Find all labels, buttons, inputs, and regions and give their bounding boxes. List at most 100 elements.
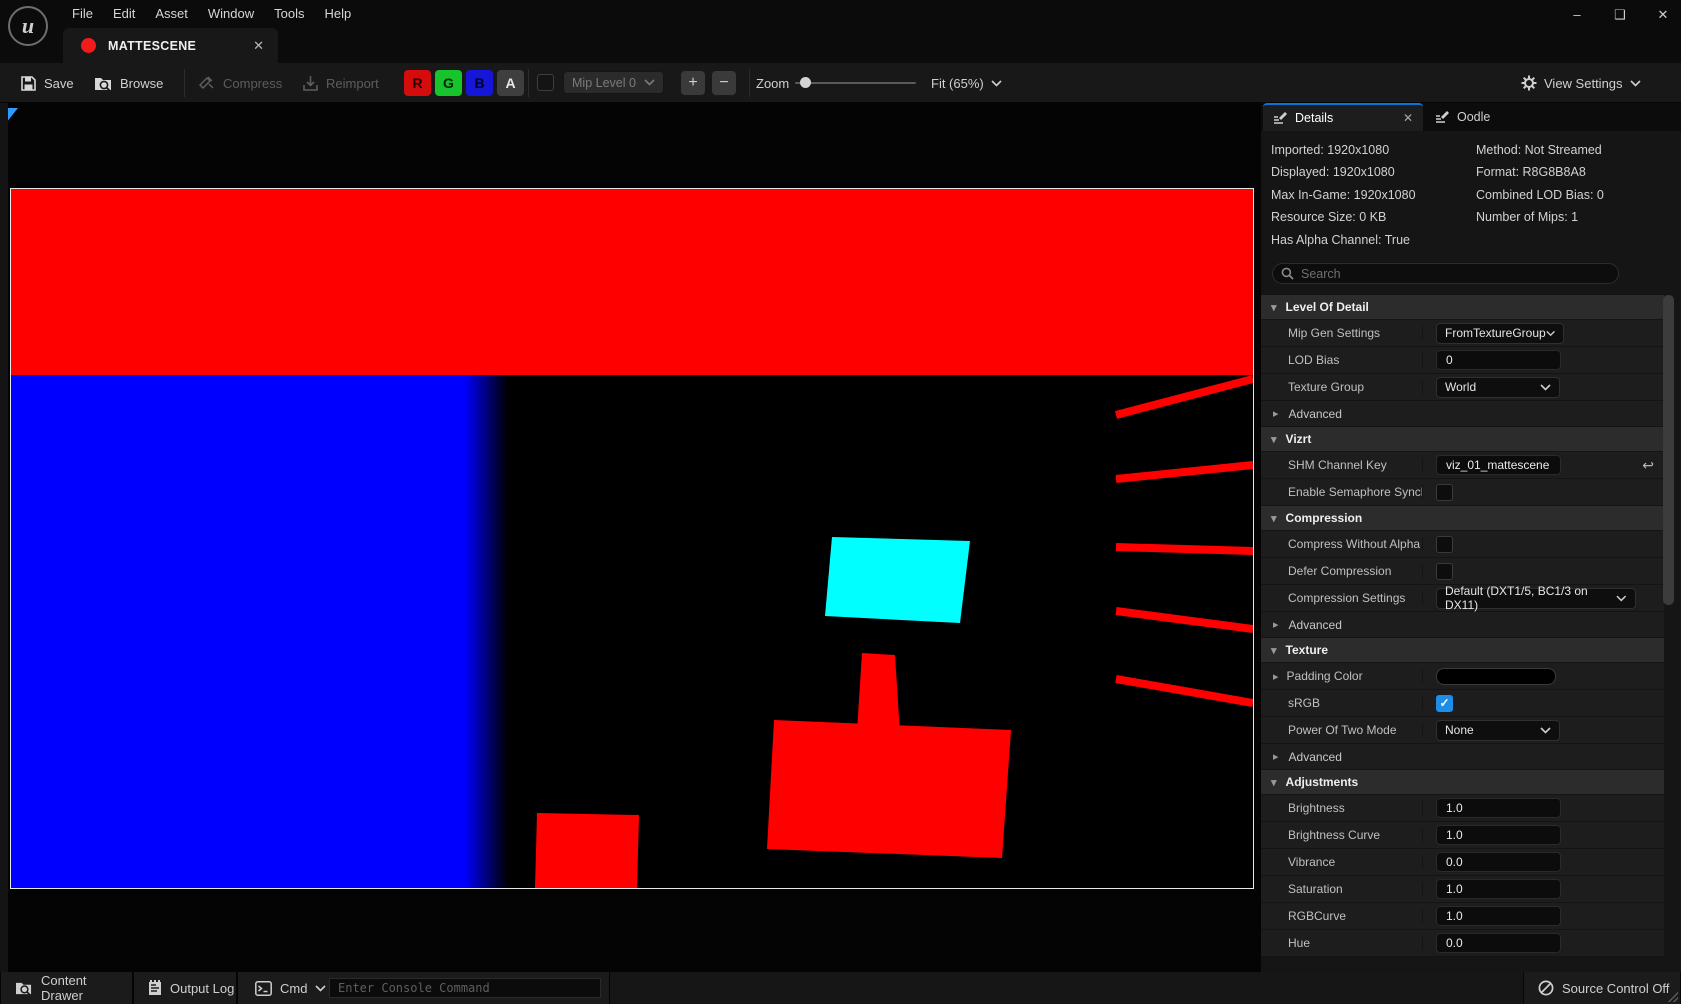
menu-item-asset[interactable]: Asset (145, 1, 198, 26)
section-compression[interactable]: ▾Compression (1261, 506, 1664, 531)
advanced-label: Advanced (1289, 618, 1342, 632)
expand-arrow-icon[interactable]: ▸ (1273, 670, 1279, 683)
property-label: RGBCurve (1261, 909, 1423, 923)
expand-arrow-icon[interactable]: ▸ (1273, 750, 1279, 763)
chevron-down-icon[interactable] (315, 985, 326, 992)
property-label-text: Brightness Curve (1288, 828, 1380, 842)
mip-level-checkbox[interactable] (537, 74, 554, 91)
expand-arrow-icon[interactable]: ▸ (1273, 618, 1279, 631)
channel-r-button[interactable]: R (404, 70, 431, 96)
menu-item-tools[interactable]: Tools (264, 1, 314, 26)
tab-oodle[interactable]: Oodle (1425, 103, 1520, 131)
minimize-button[interactable]: – (1562, 8, 1592, 24)
resize-grip[interactable] (1668, 992, 1678, 1002)
panel-scrollbar[interactable] (1663, 295, 1674, 605)
output-log-label: Output Log (170, 981, 234, 996)
texture-image (11, 189, 1253, 888)
value-checkbox[interactable] (1436, 536, 1453, 553)
reimport-button[interactable]: Reimport (302, 63, 379, 103)
search-placeholder: Search (1301, 267, 1341, 281)
close-button[interactable]: ✕ (1648, 8, 1678, 24)
property-label: Mip Gen Settings (1261, 326, 1423, 340)
gear-icon (1521, 75, 1537, 91)
zoom-slider-knob[interactable] (800, 77, 811, 88)
fit-dropdown[interactable]: Fit (65%) (931, 63, 1002, 103)
property-label: Power Of Two Mode (1261, 723, 1423, 737)
section-vizrt[interactable]: ▾Vizrt (1261, 427, 1664, 452)
color-swatch[interactable] (1436, 668, 1556, 685)
console-command-input[interactable]: Enter Console Command (329, 978, 601, 998)
mip-minus-button[interactable]: − (712, 71, 736, 95)
property-label: Compression Settings (1261, 591, 1423, 605)
value-checkbox[interactable]: ✓ (1436, 695, 1453, 712)
advanced-expander-row[interactable]: ▸Advanced (1261, 401, 1664, 427)
tab-details[interactable]: Details ✕ (1263, 103, 1423, 131)
section-collapse-icon[interactable]: ▾ (1271, 433, 1277, 446)
section-collapse-icon[interactable]: ▾ (1271, 301, 1277, 314)
section-collapse-icon[interactable]: ▾ (1271, 512, 1277, 525)
chevron-down-icon (644, 79, 655, 86)
value-checkbox[interactable] (1436, 563, 1453, 580)
value-input[interactable]: 1.0 (1436, 798, 1561, 818)
zoom-slider-track[interactable] (795, 82, 916, 84)
info-r2: Combined LOD Bias: 0 (1476, 188, 1604, 202)
advanced-expander-row[interactable]: ▸Advanced (1261, 744, 1664, 770)
source-control-button[interactable]: Source Control Off (1523, 972, 1681, 1004)
value-dropdown[interactable]: Default (DXT1/5, BC1/3 on DX11) (1436, 588, 1636, 609)
red-top-band (11, 189, 1253, 375)
cmd-terminal-icon (255, 981, 272, 996)
property-value: 1.0 (1423, 825, 1664, 845)
channel-b-button[interactable]: B (466, 70, 493, 96)
texture-viewport[interactable] (8, 103, 1261, 972)
channel-g-button[interactable]: G (435, 70, 462, 96)
menu-item-help[interactable]: Help (314, 1, 361, 26)
section-collapse-icon[interactable]: ▾ (1271, 776, 1277, 789)
value-input[interactable]: 1.0 (1436, 825, 1561, 845)
property-label: Hue (1261, 936, 1423, 950)
search-input[interactable]: Search (1272, 263, 1619, 284)
value-input[interactable]: 1.0 (1436, 906, 1561, 926)
value-dropdown[interactable]: World (1436, 377, 1560, 398)
property-row-hue: Hue 0.0 (1261, 930, 1664, 957)
channel-a-button[interactable]: A (497, 70, 524, 96)
value-input[interactable]: 1.0 (1436, 879, 1561, 899)
red-ray-5 (1116, 679, 1253, 703)
browse-button[interactable]: Browse (94, 63, 163, 103)
section-adjustments[interactable]: ▾ Adjustments (1261, 770, 1664, 795)
property-value: World (1423, 377, 1664, 398)
asset-tab-close-icon[interactable]: ✕ (249, 38, 268, 54)
cmd-label[interactable]: Cmd (280, 981, 307, 996)
property-label-text: Saturation (1288, 882, 1343, 896)
property-label: Vibrance (1261, 855, 1423, 869)
menu-item-window[interactable]: Window (198, 1, 264, 26)
section-label: Adjustments (1286, 775, 1359, 789)
section-level-of-detail[interactable]: ▾Level Of Detail (1261, 295, 1664, 320)
value-input[interactable]: 0.0 (1436, 852, 1561, 872)
content-drawer-button[interactable]: Content Drawer (0, 972, 133, 1004)
section-collapse-icon[interactable]: ▾ (1271, 644, 1277, 657)
value-input[interactable]: 0.0 (1436, 933, 1561, 953)
value-input[interactable]: 0 (1436, 350, 1561, 370)
revert-to-default-icon[interactable]: ↩ (1642, 457, 1654, 474)
tab-details-close-icon[interactable]: ✕ (1403, 111, 1413, 125)
save-button[interactable]: Save (20, 63, 74, 103)
section-texture[interactable]: ▾Texture (1261, 638, 1664, 663)
property-label: LOD Bias (1261, 353, 1423, 367)
advanced-expander-row[interactable]: ▸ Advanced (1261, 612, 1664, 638)
value-dropdown[interactable]: None (1436, 720, 1560, 741)
mip-plus-button[interactable]: + (681, 71, 705, 95)
compress-button[interactable]: Compress (198, 63, 282, 103)
expand-arrow-icon[interactable]: ▸ (1273, 407, 1279, 420)
value-input[interactable]: viz_01_mattescene (1436, 455, 1561, 475)
menu-item-file[interactable]: File (62, 1, 103, 26)
maximize-button[interactable]: ❑ (1605, 8, 1635, 24)
property-label: sRGB (1261, 696, 1423, 710)
view-settings-button[interactable]: View Settings (1521, 63, 1641, 103)
output-log-button[interactable]: Output Log (133, 972, 237, 1004)
asset-tab-mattescene[interactable]: MATTESCENE ✕ (63, 28, 278, 63)
mip-level-dropdown[interactable]: Mip Level 0 (563, 71, 664, 94)
menu-item-edit[interactable]: Edit (103, 1, 145, 26)
value-dropdown[interactable]: FromTextureGroup (1436, 323, 1564, 344)
value-checkbox[interactable] (1436, 484, 1453, 501)
viewport-corner-marker-icon (8, 107, 21, 125)
